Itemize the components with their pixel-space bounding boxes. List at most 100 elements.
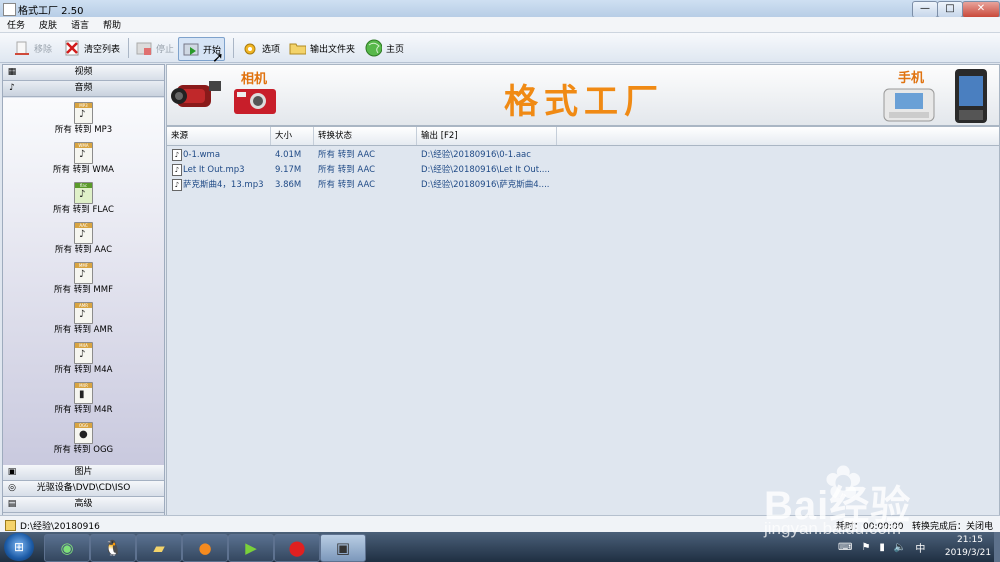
remove-label: 移除 (34, 44, 53, 55)
folder-icon (289, 40, 306, 57)
title-bar: 格式工厂 2.50 — □ ✕ (0, 0, 1000, 18)
format-item-label: 所有 转到 M4A (54, 365, 113, 375)
minimize-button[interactable]: — (912, 1, 938, 18)
format-item-mp3[interactable]: MP3 ♪ 所有 转到 MP3 (3, 102, 164, 142)
menu-help[interactable]: 帮助 (96, 17, 128, 31)
stop-label: 停止 (156, 44, 175, 55)
output-folder-label: 输出文件夹 (310, 44, 356, 55)
windows-logo-icon: ⊞ (13, 540, 25, 554)
folder-icon: ▰ (153, 539, 165, 557)
category-optical-label: 光驱设备\DVD\CD\ISO (36, 483, 131, 493)
table-row[interactable]: ♪ 萨克斯曲4，13.mp3 3.86M 所有 转到 AAC D:\经验\201… (167, 177, 999, 192)
maximize-button[interactable]: □ (937, 1, 963, 18)
cell-output: D:\经验\20180916\萨克斯曲4.... (421, 180, 550, 190)
camera-icon (234, 89, 276, 114)
taskbar-app-recorder[interactable]: ⬤ (274, 534, 320, 562)
column-source[interactable]: 来源 (167, 127, 271, 145)
column-size[interactable]: 大小 (271, 127, 314, 145)
taskbar-app-qq[interactable]: 🐧 (90, 534, 136, 562)
category-image[interactable]: ▣ 图片 (3, 465, 164, 481)
sidebar: ▦ 视频 ♪ 音频 MP3 ♪ 所有 转到 MP3 WMA ♪ 所有 转到 WMA … (2, 64, 165, 516)
format-item-wma[interactable]: WMA ♪ 所有 转到 WMA (3, 142, 164, 182)
taskbar-app-explorer[interactable]: ▰ (136, 534, 182, 562)
column-output[interactable]: 输出 [F2] (417, 127, 557, 145)
pda-icon (883, 88, 935, 122)
format-item-label: 所有 转到 OGG (53, 445, 114, 455)
menu-bar: 任务 皮肤 语言 帮助 (0, 17, 1000, 33)
camera-label: 相机 (241, 72, 268, 87)
penguin-icon: 🐧 (103, 539, 123, 557)
banner-title: 格式工厂 (504, 82, 664, 122)
play-icon: ▶ (245, 539, 257, 557)
category-optical[interactable]: ◎ 光驱设备\DVD\CD\ISO (3, 481, 164, 497)
refresh-circle-icon: ◉ (60, 539, 74, 557)
menu-task[interactable]: 任务 (0, 17, 32, 31)
m4r-file-icon: M4R ▮ (74, 382, 93, 404)
clear-list-button[interactable]: 清空列表 (60, 37, 123, 59)
ogg-file-icon: OGG ● (74, 422, 93, 444)
output-folder-button[interactable]: 输出文件夹 (286, 37, 358, 59)
category-image-label: 图片 (74, 467, 93, 477)
firefox-icon: ● (198, 539, 212, 557)
format-factory-icon: ▣ (335, 539, 351, 557)
home-label: 主页 (386, 44, 405, 55)
options-button[interactable]: 选项 (238, 37, 283, 59)
category-audio-label: 音频 (74, 83, 93, 93)
amr-file-icon: AMR ♪ (74, 302, 93, 324)
start-button[interactable]: ⊞ (4, 533, 34, 561)
format-item-ogg[interactable]: OGG ● 所有 转到 OGG (3, 422, 164, 462)
format-item-m4r[interactable]: M4R ▮ 所有 转到 M4R (3, 382, 164, 422)
home-button[interactable]: 主页 (362, 37, 407, 59)
category-video[interactable]: ▦ 视频 (3, 65, 164, 81)
format-item-label: 所有 转到 MP3 (54, 125, 113, 135)
table-row[interactable]: ♪ 0-1.wma 4.01M 所有 转到 AAC D:\经验\20180916… (167, 147, 999, 162)
toolbar-separator (128, 38, 129, 58)
menu-skin[interactable]: 皮肤 (32, 17, 64, 31)
taskbar-app-360[interactable]: ◉ (44, 534, 90, 562)
clear-list-icon (63, 40, 80, 57)
format-item-aac[interactable]: AAC ♪ 所有 转到 AAC (3, 222, 164, 262)
window-title: 格式工厂 2.50 (18, 6, 84, 17)
video-icon: ▦ (7, 67, 17, 77)
audio-icon: ♪ (9, 83, 15, 93)
category-advanced[interactable]: ▤ 高级 (3, 497, 164, 513)
toolbar-separator (233, 38, 234, 58)
format-item-amr[interactable]: AMR ♪ 所有 转到 AMR (3, 302, 164, 342)
taskbar-app-firefox[interactable]: ● (182, 534, 228, 562)
remove-button[interactable]: 移除 (10, 37, 55, 59)
close-button[interactable]: ✕ (962, 1, 1000, 18)
options-label: 选项 (262, 44, 281, 55)
format-item-flac[interactable]: flac ♪ 所有 转到 FLAC (3, 182, 164, 222)
cell-status: 所有 转到 AAC (318, 180, 376, 190)
table-header: 来源 大小 转换状态 输出 [F2] (167, 127, 999, 146)
aac-file-icon: AAC ♪ (74, 222, 93, 244)
gear-icon (241, 40, 258, 57)
column-status[interactable]: 转换状态 (314, 127, 417, 145)
cell-size: 4.01M (275, 150, 302, 160)
toolbar: 移除 清空列表 停止 开始 选项 输出文件夹 主页 (0, 33, 1000, 63)
stop-button[interactable]: 停止 (132, 37, 177, 59)
cell-source: Let It Out.mp3 (183, 165, 245, 175)
output-path: D:\经验\20180916 (20, 522, 100, 532)
table-row[interactable]: ♪ Let It Out.mp3 9.17M 所有 转到 AAC D:\经验\2… (167, 162, 999, 177)
format-item-m4a[interactable]: M4A ♪ 所有 转到 M4A (3, 342, 164, 382)
category-advanced-label: 高级 (74, 499, 93, 509)
cell-output: D:\经验\20180916\0-1.aac (421, 150, 531, 160)
taskbar-app-media[interactable]: ▶ (228, 534, 274, 562)
image-icon: ▣ (7, 467, 17, 477)
menu-language[interactable]: 语言 (64, 17, 96, 31)
format-item-mmf[interactable]: MMF ♪ 所有 转到 MMF (3, 262, 164, 302)
m4a-file-icon: M4A ♪ (74, 342, 93, 364)
folder-icon (5, 520, 16, 531)
format-item-label: 所有 转到 AAC (54, 245, 113, 255)
wma-file-icon: WMA ♪ (74, 142, 93, 164)
stop-icon (135, 40, 152, 57)
format-item-label: 所有 转到 MMF (54, 285, 113, 295)
flac-file-icon: flac ♪ (74, 182, 93, 204)
category-audio[interactable]: ♪ 音频 (3, 81, 164, 97)
baidu-watermark: ✿ Bai经验 jingyan.baidu.com (764, 455, 996, 559)
format-item-label: 所有 转到 AMR (54, 325, 113, 335)
taskbar-app-format-factory[interactable]: ▣ (320, 534, 366, 562)
watermark-url: jingyan.baidu.com (764, 519, 902, 538)
cell-status: 所有 转到 AAC (318, 165, 376, 175)
